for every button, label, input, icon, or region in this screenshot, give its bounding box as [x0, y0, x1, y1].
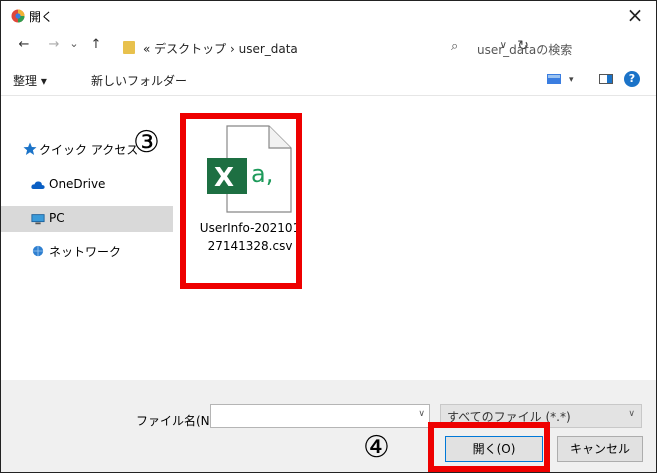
sidebar-item-onedrive[interactable]: OneDrive — [1, 172, 173, 198]
filename-label: ファイル名(N): — [136, 414, 219, 428]
cancel-button[interactable]: キャンセル — [557, 436, 643, 462]
step-4-marker: ④ — [363, 430, 390, 465]
search-input[interactable]: user_dataの検索 — [477, 41, 572, 58]
forward-arrow-icon[interactable]: → — [45, 37, 63, 52]
bottom-panel: ファイル名(N): ∨ すべてのファイル (*.*) ∨ 開く(O) キャンセル — [1, 380, 656, 472]
search-box[interactable]: ⌕ user_dataの検索 — [443, 36, 649, 60]
sidebar-item-label: ネットワーク — [49, 245, 122, 259]
recent-locations-icon[interactable]: ⌄ — [65, 37, 83, 50]
breadcrumb[interactable]: « デスクトップ › user_data — [143, 40, 298, 57]
navigation-bar: ← → ⌄ ↑ « デスクトップ › user_data ∨ ↻ ⌕ user_… — [1, 31, 656, 65]
star-icon — [23, 142, 37, 155]
folder-icon — [123, 41, 135, 54]
file-type-dropdown-icon: ∨ — [628, 409, 635, 419]
help-icon[interactable]: ? — [624, 71, 640, 87]
file-open-dialog: 開く × ← → ⌄ ↑ « デスクトップ › user_data ∨ ↻ ⌕ … — [0, 0, 657, 473]
preview-pane-icon[interactable] — [599, 74, 613, 84]
back-arrow-icon[interactable]: ← — [15, 37, 33, 52]
sidebar-item-label: クイック アクセス — [39, 143, 139, 157]
view-dropdown-icon[interactable]: ▾ — [569, 75, 574, 85]
filename-input[interactable]: ∨ — [210, 404, 430, 428]
highlight-box-file — [180, 113, 302, 289]
highlight-box-open-button — [428, 422, 550, 472]
app-icon — [11, 9, 25, 23]
sidebar-item-label: PC — [49, 211, 65, 225]
search-icon: ⌕ — [451, 39, 459, 54]
view-options-icon[interactable] — [547, 74, 561, 84]
new-folder-button[interactable]: 新しいフォルダー — [91, 72, 187, 89]
window-title: 開く — [29, 10, 54, 24]
step-3-marker: ③ — [133, 125, 160, 160]
sidebar-item-pc[interactable]: PC — [1, 206, 173, 232]
up-arrow-icon[interactable]: ↑ — [87, 37, 105, 52]
cloud-icon — [31, 181, 45, 189]
organize-button[interactable]: 整理 ▾ — [13, 72, 47, 89]
sidebar-item-label: OneDrive — [49, 177, 106, 191]
command-bar: 整理 ▾ 新しいフォルダー ▾ ? — [1, 65, 656, 96]
close-icon[interactable]: × — [624, 4, 646, 26]
title-bar: 開く × — [1, 1, 656, 31]
filename-dropdown-icon[interactable]: ∨ — [418, 409, 425, 419]
sidebar-item-network[interactable]: ネットワーク — [1, 238, 173, 264]
network-icon — [32, 245, 44, 257]
pc-icon — [31, 214, 45, 225]
